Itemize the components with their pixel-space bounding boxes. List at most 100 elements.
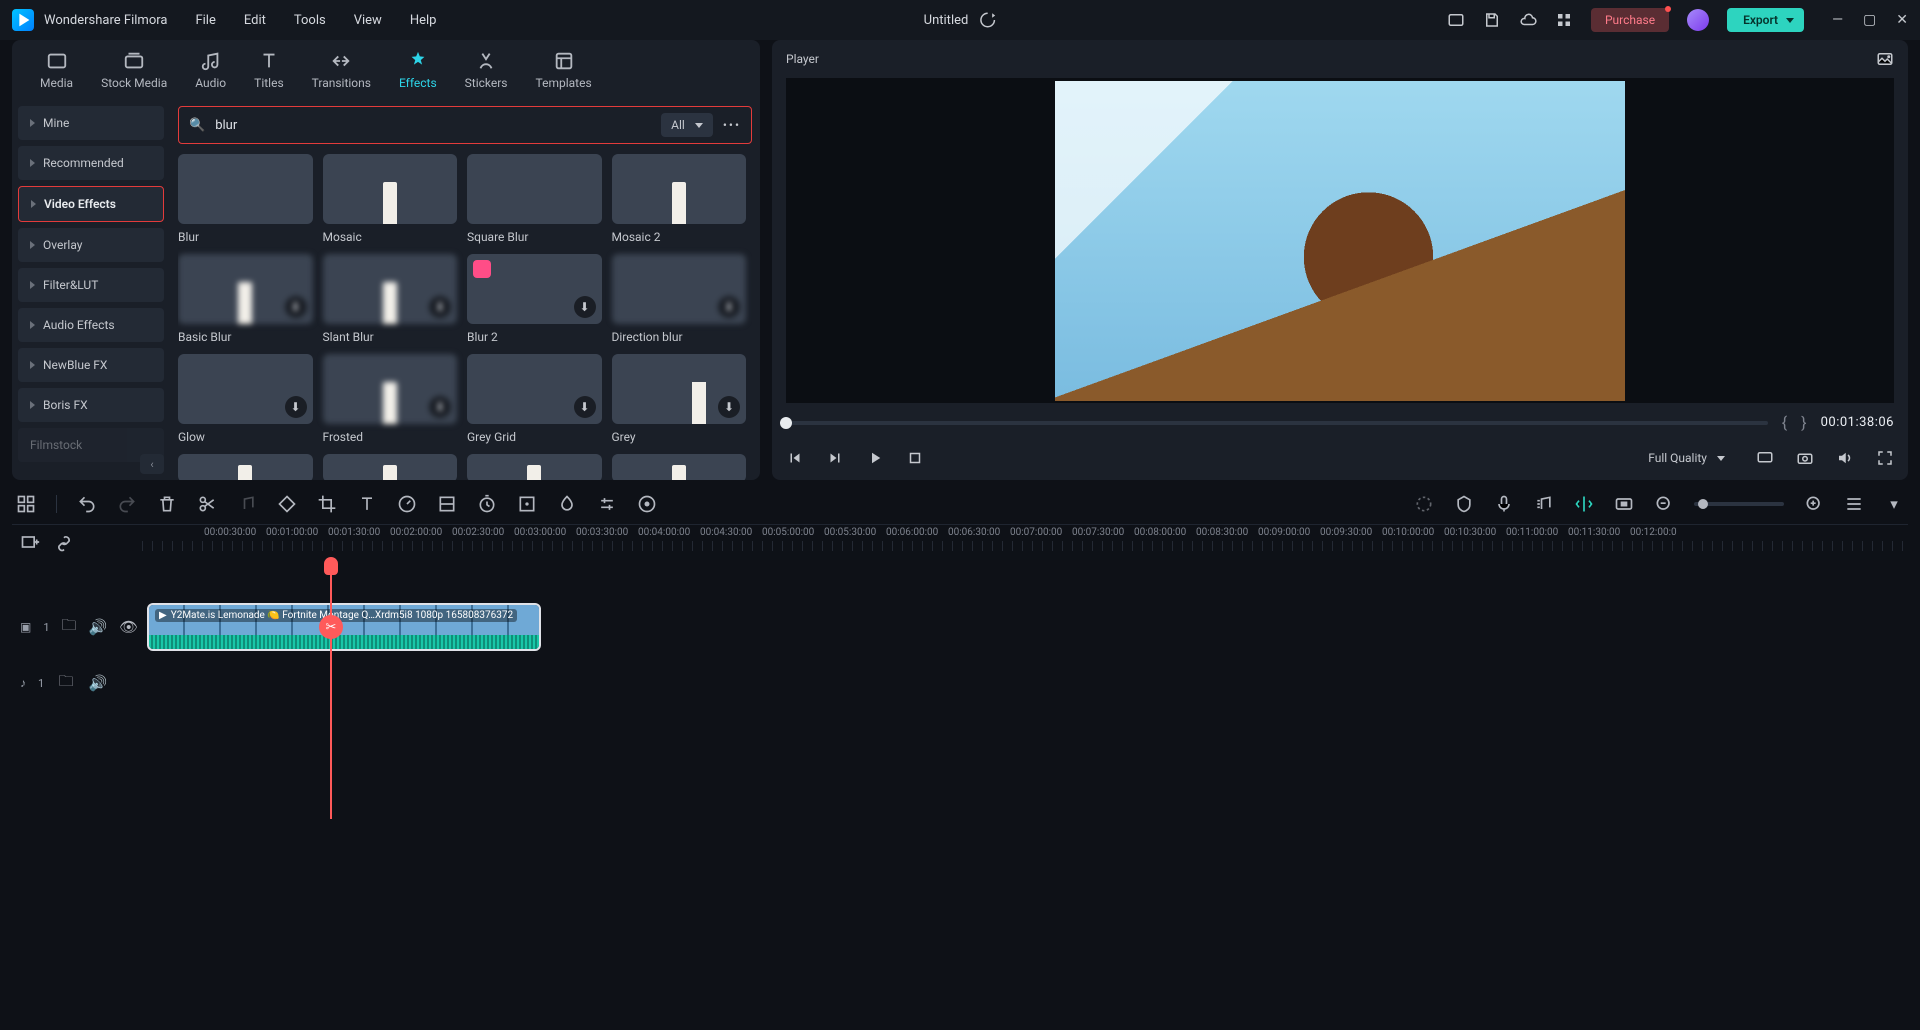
download-icon[interactable]: ⬇	[574, 396, 596, 418]
track-folder-icon[interactable]: 🗀	[62, 617, 77, 637]
track-mute-icon[interactable]: 🔊	[89, 617, 108, 637]
tab-audio[interactable]: Audio	[195, 50, 226, 94]
effect-item[interactable]: Mosaic	[323, 154, 458, 244]
adjust-icon[interactable]	[597, 494, 617, 514]
workspace-icon[interactable]	[16, 494, 36, 514]
apps-icon[interactable]	[1555, 11, 1573, 29]
more-options-icon[interactable]: •••	[723, 118, 741, 132]
split-icon[interactable]	[197, 494, 217, 514]
download-icon[interactable]: ⬇	[718, 296, 740, 318]
snapshot-icon[interactable]	[1796, 449, 1814, 467]
speed-icon[interactable]	[397, 494, 417, 514]
zoom-knob[interactable]	[1698, 499, 1708, 509]
effect-item[interactable]: ⬇Blur 2	[467, 254, 602, 344]
track-mute-icon[interactable]: 🔊	[88, 673, 108, 693]
effect-item[interactable]	[467, 454, 602, 480]
zoom-in-icon[interactable]	[1804, 494, 1824, 514]
zoom-slider[interactable]	[1694, 502, 1784, 506]
effect-item[interactable]	[323, 454, 458, 480]
tab-stickers[interactable]: Stickers	[465, 50, 508, 94]
sidebar-item-video-effects[interactable]: Video Effects	[18, 186, 164, 222]
tag-icon[interactable]	[277, 494, 297, 514]
zoom-out-icon[interactable]	[1654, 494, 1674, 514]
layout-icon[interactable]	[1447, 11, 1465, 29]
minimize-icon[interactable]: —	[1832, 12, 1843, 28]
video-track-row[interactable]: ▶Y2Mate.is Lemonade 🍋 Fortnite Montage Q…	[142, 599, 1908, 655]
effect-item[interactable]: ⬇Basic Blur	[178, 254, 313, 344]
effect-item[interactable]	[612, 454, 747, 480]
cloud-sync-icon[interactable]	[978, 11, 996, 29]
track-folder-icon[interactable]: 🗀	[56, 673, 76, 693]
render-preview-icon[interactable]	[1414, 494, 1434, 514]
color-icon[interactable]	[437, 494, 457, 514]
tab-templates[interactable]: Templates	[536, 50, 592, 94]
track-visibility-icon[interactable]: 👁	[119, 617, 138, 637]
timeline-ruler[interactable]: 00:00:30:0000:01:00:0000:01:30:0000:02:0…	[142, 525, 1908, 559]
undo-icon[interactable]	[77, 494, 97, 514]
track-options-icon[interactable]: ▾	[1884, 494, 1904, 514]
search-filter-dropdown[interactable]: All	[661, 113, 713, 137]
cloud-icon[interactable]	[1519, 11, 1537, 29]
link-icon[interactable]	[54, 532, 74, 552]
menu-view[interactable]: View	[354, 13, 382, 28]
effect-item[interactable]: ⬇Frosted	[323, 354, 458, 444]
player-viewport[interactable]	[786, 78, 1894, 403]
sidebar-collapse-button[interactable]: ‹	[140, 454, 164, 474]
volume-icon[interactable]	[1836, 449, 1854, 467]
download-icon[interactable]: ⬇	[285, 296, 307, 318]
menu-tools[interactable]: Tools	[294, 13, 326, 28]
user-avatar[interactable]	[1687, 9, 1709, 31]
seek-knob[interactable]	[780, 417, 792, 429]
effect-item[interactable]: Mosaic 2	[612, 154, 747, 244]
close-icon[interactable]: ✕	[1896, 12, 1908, 28]
sidebar-item-boris-fx[interactable]: Boris FX	[18, 388, 164, 422]
menu-edit[interactable]: Edit	[244, 13, 266, 28]
menu-file[interactable]: File	[195, 13, 215, 28]
download-icon[interactable]: ⬇	[718, 396, 740, 418]
auto-ripple-icon[interactable]	[1574, 494, 1594, 514]
audio-detach-icon[interactable]	[237, 494, 257, 514]
track-view-icon[interactable]	[1844, 494, 1864, 514]
text-icon[interactable]	[357, 494, 377, 514]
purchase-button[interactable]: Purchase	[1591, 8, 1669, 32]
sidebar-item-newblue-fx[interactable]: NewBlue FX	[18, 348, 164, 382]
download-icon[interactable]: ⬇	[574, 296, 596, 318]
playback-quality-dropdown[interactable]: Full Quality	[1639, 446, 1734, 470]
tab-effects[interactable]: Effects	[399, 50, 437, 94]
play-icon[interactable]	[866, 449, 884, 467]
sidebar-item-recommended[interactable]: Recommended	[18, 146, 164, 180]
redo-icon[interactable]	[117, 494, 137, 514]
next-frame-icon[interactable]	[826, 449, 844, 467]
stop-icon[interactable]	[906, 449, 924, 467]
menu-help[interactable]: Help	[410, 13, 437, 28]
keyframe-tool-icon[interactable]	[517, 494, 537, 514]
download-icon[interactable]: ⬇	[429, 396, 451, 418]
tab-titles[interactable]: Titles	[254, 50, 283, 94]
video-clip[interactable]: ▶Y2Mate.is Lemonade 🍋 Fortnite Montage Q…	[147, 603, 541, 651]
tab-stock-media[interactable]: Stock Media	[101, 50, 167, 94]
seek-bar[interactable]	[786, 421, 1768, 425]
timeline-tracks[interactable]: ▶Y2Mate.is Lemonade 🍋 Fortnite Montage Q…	[142, 559, 1908, 819]
tab-transitions[interactable]: Transitions	[312, 50, 371, 94]
voiceover-icon[interactable]	[1494, 494, 1514, 514]
playhead-handle[interactable]	[324, 557, 338, 575]
audio-track-row[interactable]	[142, 655, 1908, 711]
freeze-frame-icon[interactable]	[1614, 494, 1634, 514]
effect-item[interactable]: ⬇Direction blur	[612, 254, 747, 344]
marker-icon[interactable]	[1454, 494, 1474, 514]
save-icon[interactable]	[1483, 11, 1501, 29]
snapshot-settings-icon[interactable]	[1876, 50, 1894, 68]
playhead[interactable]: ✂	[330, 559, 332, 819]
sidebar-item-overlay[interactable]: Overlay	[18, 228, 164, 262]
effect-item[interactable]: ⬇Grey Grid	[467, 354, 602, 444]
sidebar-item-mine[interactable]: Mine	[18, 106, 164, 140]
maximize-icon[interactable]: ▢	[1863, 12, 1876, 28]
download-icon[interactable]: ⬇	[285, 396, 307, 418]
prev-frame-icon[interactable]	[786, 449, 804, 467]
effect-item[interactable]: ⬇Slant Blur	[323, 254, 458, 344]
mark-in-icon[interactable]: {	[1782, 413, 1787, 432]
delete-icon[interactable]	[157, 494, 177, 514]
sidebar-item-filter-lut[interactable]: Filter&LUT	[18, 268, 164, 302]
chroma-icon[interactable]	[557, 494, 577, 514]
mark-out-icon[interactable]: }	[1801, 413, 1806, 432]
